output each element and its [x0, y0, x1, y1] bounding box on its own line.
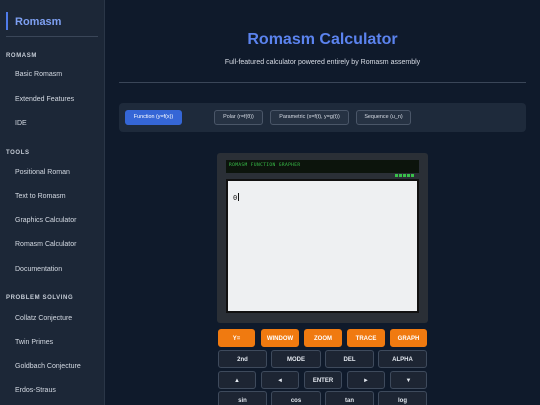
key-log[interactable]: log [378, 391, 427, 405]
sidebar-item-documentation[interactable]: Documentation [15, 266, 62, 273]
page-title: Romasm Calculator [247, 31, 398, 48]
key-trace[interactable]: TRACE [347, 329, 385, 347]
key-alpha[interactable]: ALPHA [378, 350, 427, 368]
sidebar-brand[interactable]: Romasm [6, 12, 61, 30]
key-sin[interactable]: sin [218, 391, 267, 405]
key-right-arrow-icon[interactable]: ► [347, 371, 385, 389]
sidebar: Romasm ROMASM Basic Romasm Extended Feat… [0, 0, 105, 405]
key-zoom[interactable]: ZOOM [304, 329, 342, 347]
text-cursor-icon [238, 193, 240, 201]
brand-label: Romasm [15, 16, 62, 28]
key-y-equals[interactable]: Y= [218, 329, 255, 347]
key-window[interactable]: WINDOW [261, 329, 299, 347]
key-cos[interactable]: cos [271, 391, 321, 405]
sidebar-item-graphics-calculator[interactable]: Graphics Calculator [15, 217, 76, 224]
key-down-arrow-icon[interactable]: ▼ [390, 371, 427, 389]
sidebar-item-goldbach-conjecture[interactable]: Goldbach Conjecture [15, 363, 81, 370]
key-tan[interactable]: tan [325, 391, 374, 405]
display-title: ROMASM FUNCTION GRAPHER [229, 163, 301, 168]
key-graph[interactable]: GRAPH [390, 329, 427, 347]
key-mode[interactable]: MODE [271, 350, 321, 368]
sidebar-section-tools: TOOLS [6, 150, 30, 156]
key-left-arrow-icon[interactable]: ◄ [261, 371, 299, 389]
key-2nd[interactable]: 2nd [218, 350, 267, 368]
sidebar-section-problem-solving: PROBLEM SOLVING [6, 295, 74, 301]
key-up-arrow-icon[interactable]: ▲ [218, 371, 256, 389]
mode-polar-button[interactable]: Polar (r=f(θ)) [214, 110, 263, 125]
header-divider [119, 82, 526, 83]
sidebar-item-positional-roman[interactable]: Positional Roman [15, 169, 70, 176]
sidebar-divider [6, 36, 98, 37]
mode-sequence-button[interactable]: Sequence (u_n) [356, 110, 411, 125]
sidebar-item-collatz-conjecture[interactable]: Collatz Conjecture [15, 315, 72, 322]
key-del[interactable]: DEL [325, 350, 374, 368]
sidebar-item-romasm-calculator[interactable]: Romasm Calculator [15, 241, 76, 248]
mode-selector: Function (y=f(x)) Polar (r=f(θ)) Paramet… [119, 103, 526, 132]
sidebar-item-twin-primes[interactable]: Twin Primes [15, 339, 53, 346]
sidebar-item-ide[interactable]: IDE [15, 120, 27, 127]
sidebar-item-text-to-romasm[interactable]: Text to Romasm [15, 193, 66, 200]
screen-value: 0 [233, 194, 238, 202]
page-subtitle: Full-featured calculator powered entirel… [224, 59, 421, 66]
calculator-screen[interactable]: 0 [226, 179, 419, 313]
key-enter[interactable]: ENTER [304, 371, 342, 389]
sidebar-item-extended-features[interactable]: Extended Features [15, 96, 74, 103]
sidebar-item-erdos-straus[interactable]: Erdos-Straus [15, 387, 56, 394]
sidebar-item-basic-romasm[interactable]: Basic Romasm [15, 71, 62, 78]
screen-value-line: 0 [233, 193, 240, 202]
main-content: Romasm Calculator Full-featured calculat… [105, 0, 540, 405]
mode-parametric-button[interactable]: Parametric (x=f(t), y=g(t)) [270, 110, 349, 125]
status-dots-icon [394, 164, 414, 177]
display-header: ROMASM FUNCTION GRAPHER [226, 160, 419, 177]
sidebar-section-romasm: ROMASM [6, 53, 37, 59]
mode-function-button[interactable]: Function (y=f(x)) [125, 110, 182, 125]
